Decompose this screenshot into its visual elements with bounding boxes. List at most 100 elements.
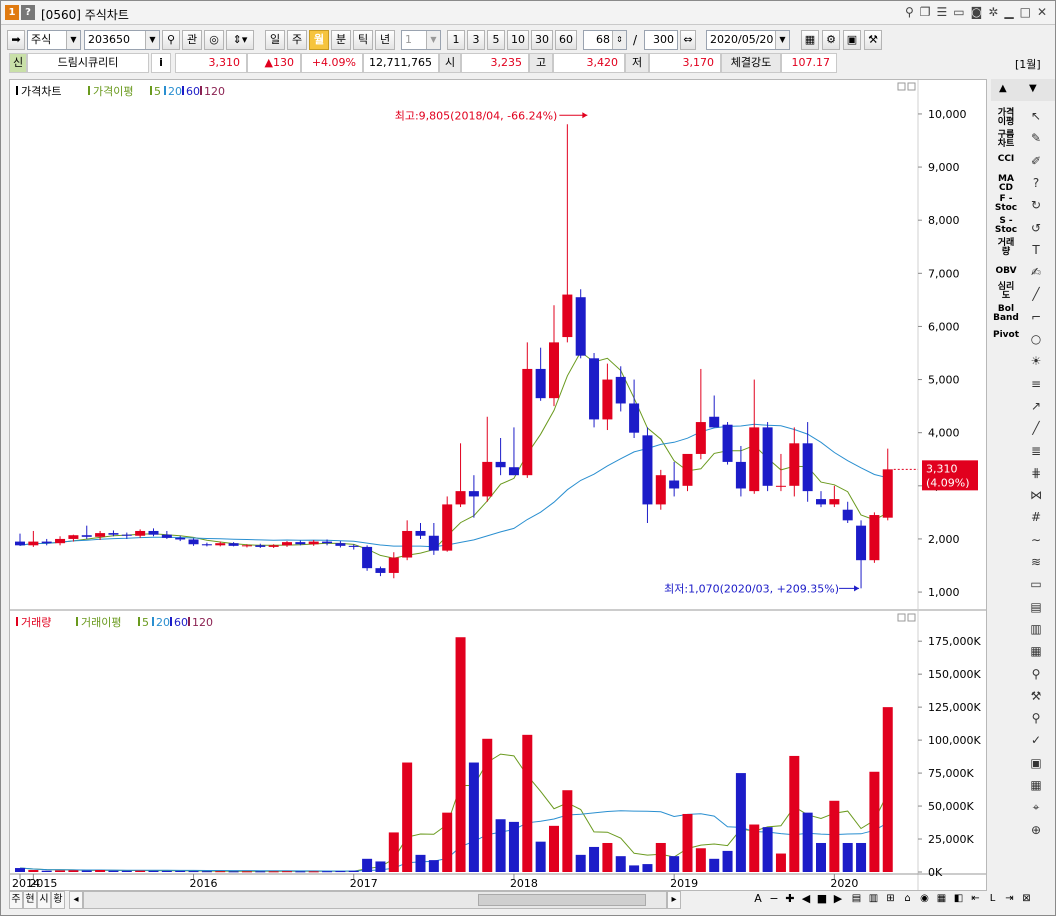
period-day[interactable]: 일 — [265, 30, 285, 50]
volume-bar[interactable] — [775, 853, 786, 872]
volume-bar[interactable] — [188, 871, 199, 873]
candle-body[interactable] — [215, 543, 226, 546]
prev-next-stepper[interactable]: ⇕▾ — [226, 30, 254, 50]
stock-code-input[interactable]: 203650 ▼ — [84, 30, 160, 50]
candle-body[interactable] — [455, 491, 466, 505]
candle-body[interactable] — [709, 416, 720, 428]
volume-bar[interactable] — [455, 637, 466, 872]
volume-panel-close-icon[interactable] — [907, 613, 916, 622]
candle-body[interactable] — [495, 461, 506, 468]
undo-icon[interactable]: ↺ — [1027, 219, 1045, 237]
scroll-right-icon[interactable]: ▸ — [667, 891, 681, 909]
candle-body[interactable] — [749, 427, 760, 492]
pencil-icon[interactable]: ✎ — [1027, 129, 1045, 147]
volume-bar[interactable] — [682, 813, 693, 872]
volume-bar[interactable] — [442, 812, 453, 872]
volume-bar[interactable] — [695, 848, 706, 872]
market-select[interactable]: 주식 ▼ — [27, 30, 81, 50]
calendar-icon[interactable]: ▦ — [1027, 776, 1045, 794]
next-icon[interactable]: ▶ — [831, 891, 845, 909]
layout-icon[interactable]: ◧ — [951, 891, 966, 909]
volume-bar[interactable] — [562, 790, 573, 872]
candle-body[interactable] — [322, 541, 333, 544]
candle-body[interactable] — [388, 557, 399, 573]
wave-icon[interactable]: ∼ — [1027, 531, 1045, 549]
candle-body[interactable] — [735, 461, 746, 489]
ray-icon[interactable]: ╱ — [1027, 419, 1045, 437]
volume-bar[interactable] — [388, 832, 399, 872]
candle-body[interactable] — [228, 543, 239, 546]
volume-bar[interactable] — [348, 870, 359, 872]
window-number-badge[interactable]: 1 — [5, 5, 19, 20]
candle-body[interactable] — [669, 480, 680, 489]
prev-icon[interactable]: ◀ — [799, 891, 813, 909]
cross-icon[interactable]: ⋈ — [1027, 486, 1045, 504]
candle-body[interactable] — [722, 424, 733, 462]
volume-bar[interactable] — [655, 842, 666, 872]
minimize-icon[interactable]: ▁ — [1004, 5, 1013, 19]
candle-body[interactable] — [41, 541, 52, 544]
volume-bar[interactable] — [428, 860, 439, 872]
candle-body[interactable] — [428, 535, 439, 551]
candle-body[interactable] — [161, 534, 172, 538]
circle-icon[interactable]: ○ — [1027, 330, 1045, 348]
wrench-icon[interactable]: ⚲ — [1027, 665, 1045, 683]
line-icon[interactable]: ╱ — [1027, 285, 1045, 303]
volume-bar[interactable] — [15, 868, 25, 872]
indicator-10[interactable]: Pivot — [993, 331, 1019, 340]
candle-body[interactable] — [615, 376, 626, 404]
cursor-icon[interactable]: ↖ — [1027, 107, 1045, 125]
volume-bar[interactable] — [482, 738, 493, 872]
candle-body[interactable] — [295, 542, 306, 545]
plus-icon[interactable]: ⊕ — [1027, 821, 1045, 839]
target-icon[interactable]: ◉ — [917, 891, 932, 909]
copy-icon[interactable]: ❐ — [920, 5, 931, 19]
search-icon[interactable]: ⚲ — [162, 30, 180, 50]
candle-body[interactable] — [135, 530, 146, 536]
volume-bar[interactable] — [549, 825, 559, 872]
quick-count-30[interactable]: 30 — [531, 30, 553, 50]
volume-bar[interactable] — [68, 870, 79, 872]
volume-bar[interactable] — [215, 871, 226, 873]
volume-bar[interactable] — [268, 871, 279, 873]
volume-bar[interactable] — [28, 870, 39, 872]
scroll-left-icon[interactable]: ◂ — [69, 891, 83, 909]
plus-icon[interactable]: ✚ — [783, 891, 797, 909]
candle-body[interactable] — [375, 568, 386, 573]
camera-icon[interactable]: ◙ — [971, 5, 983, 19]
chevron-down-icon[interactable]: ▼ — [775, 31, 789, 49]
period-minute[interactable]: 분 — [331, 30, 351, 50]
grid-icon[interactable]: # — [1027, 508, 1045, 526]
candle-body[interactable] — [856, 525, 867, 561]
candle-body[interactable] — [201, 544, 212, 546]
candle-body[interactable] — [882, 469, 893, 518]
check-icon[interactable]: ✓ — [1027, 731, 1045, 749]
quick-count-1[interactable]: 1 — [447, 30, 465, 50]
zoom-icon[interactable]: ⇔ — [680, 30, 696, 50]
crosshair-icon[interactable]: ⌖ — [1027, 798, 1045, 816]
period-year[interactable]: 년 — [375, 30, 395, 50]
indicator-6[interactable]: 거래 량 — [993, 239, 1019, 257]
candle-body[interactable] — [775, 485, 786, 487]
candle-body[interactable] — [148, 530, 159, 535]
chevron-down-icon[interactable]: ▼ — [145, 31, 159, 49]
candle-body[interactable] — [442, 504, 453, 551]
candle-body[interactable] — [589, 358, 600, 420]
tab-hwang[interactable]: 황 — [51, 891, 65, 909]
indicator-2[interactable]: CCI — [993, 155, 1019, 164]
candle-body[interactable] — [762, 427, 773, 486]
volume-bar[interactable] — [468, 762, 479, 872]
candle-body[interactable] — [562, 294, 573, 338]
volume-bar[interactable] — [308, 871, 319, 873]
panel-collapse-icon[interactable]: ▼ — [1029, 83, 1037, 94]
volume-bar[interactable] — [135, 870, 146, 872]
home-icon[interactable]: ⌂ — [900, 891, 915, 909]
volume-bar[interactable] — [749, 824, 760, 872]
gear-icon[interactable]: ⚙ — [822, 30, 840, 50]
candle-body[interactable] — [362, 546, 373, 569]
volume-bar[interactable] — [842, 842, 853, 872]
candle-body[interactable] — [482, 461, 493, 497]
volume-bar[interactable] — [175, 870, 186, 872]
spin-icon[interactable]: ⇕ — [612, 31, 626, 49]
fibo-icon[interactable]: ≡ — [1027, 375, 1045, 393]
